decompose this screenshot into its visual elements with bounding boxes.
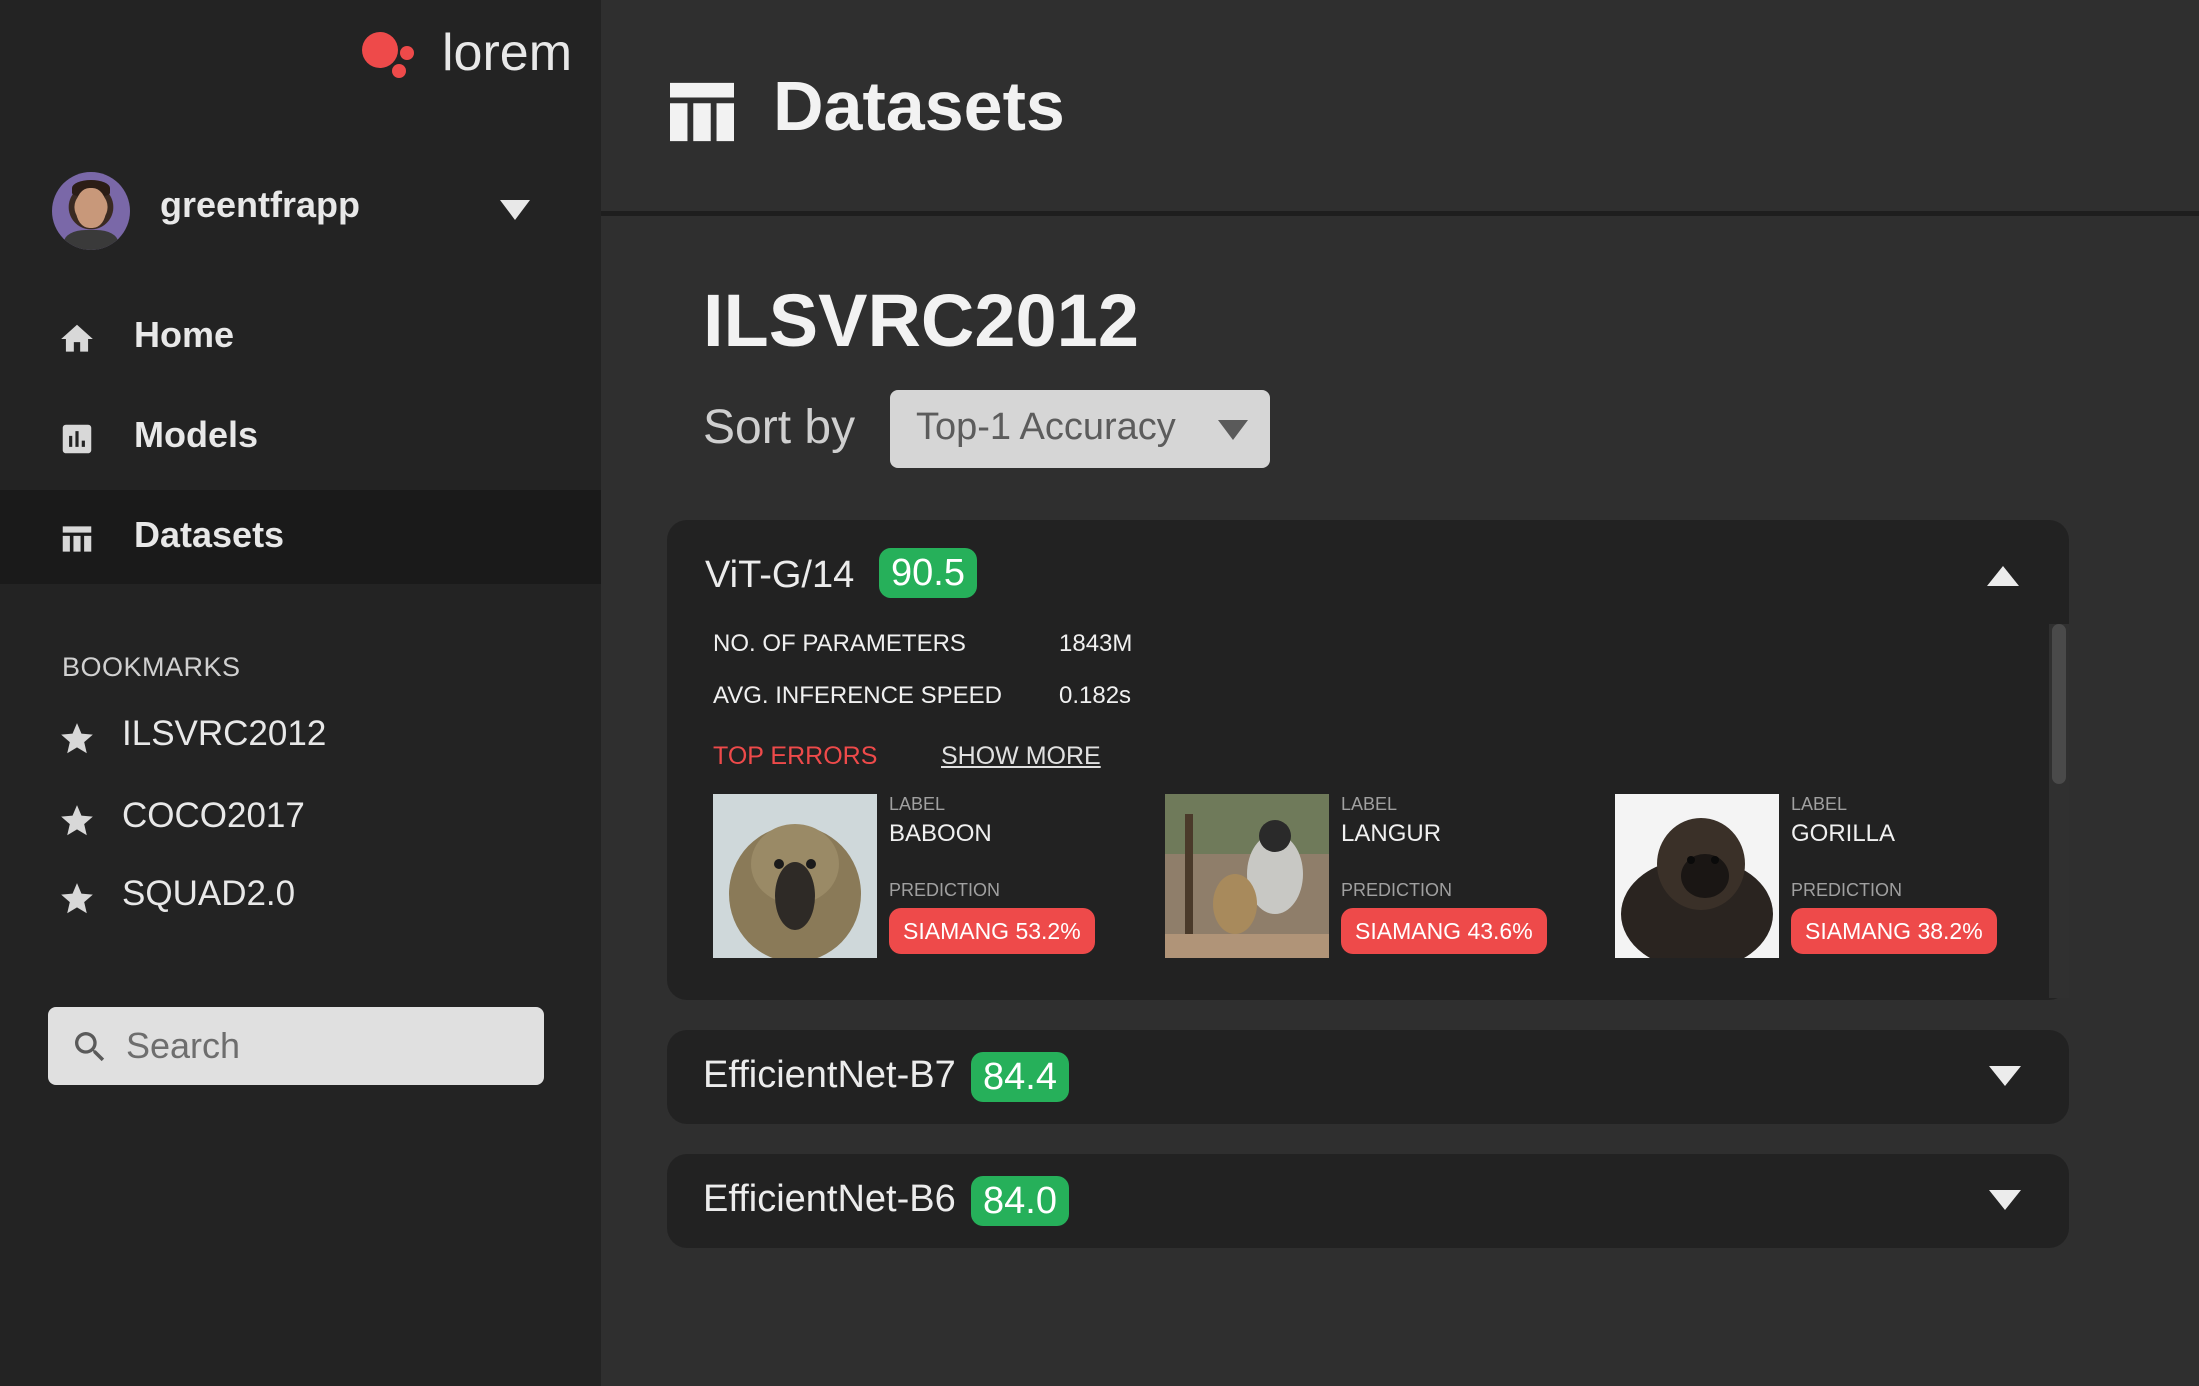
sidebar-item-home[interactable]: Home xyxy=(0,290,601,384)
scrollbar-thumb[interactable] xyxy=(2052,624,2066,784)
bookmark-item-coco2017[interactable]: COCO2017 xyxy=(0,784,601,854)
error-item: LABEL BABOON PREDICTION SIAMANG 53.2% xyxy=(713,794,1133,960)
search-icon xyxy=(75,1032,105,1062)
username: greentfrapp xyxy=(160,184,361,225)
bar-chart-icon xyxy=(62,424,92,454)
card-scrollbar[interactable] xyxy=(2049,624,2069,998)
chevron-down-icon[interactable] xyxy=(1989,1066,2021,1088)
gorilla-image[interactable] xyxy=(1615,794,1779,958)
sidebar-item-label: Datasets xyxy=(134,514,285,555)
bookmark-label: SQUAD2.0 xyxy=(122,874,296,913)
prediction-badge: SIAMANG 53.2% xyxy=(889,908,1095,954)
label-caption: LABEL xyxy=(1791,794,1848,814)
page-header: Datasets xyxy=(601,0,2199,216)
main-content: ILSVRC2012 Sort by Top-1 Accuracy ViT-G/… xyxy=(601,216,2199,1386)
score-badge: 84.0 xyxy=(971,1176,1069,1226)
logo-text: lorem xyxy=(442,24,573,82)
bookmarks-heading: BOOKMARKS xyxy=(62,652,241,682)
sidebar-item-label: Home xyxy=(134,314,235,355)
prediction-caption: PREDICTION xyxy=(889,880,1001,900)
spec-label: AVG. INFERENCE SPEED xyxy=(713,682,1002,709)
model-card[interactable]: EfficientNet-B6 84.0 xyxy=(667,1154,2069,1248)
sidebar: lorem greentfrapp Home Models Datasets B… xyxy=(0,0,601,1386)
model-name[interactable]: EfficientNet-B7 xyxy=(703,1054,956,1097)
spec-label: NO. OF PARAMETERS xyxy=(713,630,966,657)
search-input[interactable]: Search xyxy=(48,1007,544,1085)
dataset-title: ILSVRC2012 xyxy=(703,279,1139,362)
top-errors-label: TOP ERRORS xyxy=(713,742,878,770)
label-caption: LABEL xyxy=(1341,794,1398,814)
prediction-badge: SIAMANG 43.6% xyxy=(1341,908,1547,954)
logo-dot-icon xyxy=(400,46,414,60)
prediction-badge: SIAMANG 38.2% xyxy=(1791,908,1997,954)
bookmark-label: ILSVRC2012 xyxy=(122,714,327,753)
show-more-link[interactable]: SHOW MORE xyxy=(941,742,1101,771)
chevron-down-icon[interactable] xyxy=(1989,1190,2021,1212)
spec-value: 0.182s xyxy=(1059,682,1132,709)
star-icon xyxy=(61,883,93,914)
avatar[interactable] xyxy=(52,172,130,250)
home-icon xyxy=(61,324,93,352)
bookmark-item-ilsvrc2012[interactable]: ILSVRC2012 xyxy=(0,702,601,772)
sort-label: Sort by xyxy=(703,401,856,454)
chevron-down-icon xyxy=(1218,420,1248,440)
table-icon xyxy=(62,526,92,552)
table-icon xyxy=(670,82,734,142)
search-placeholder: Search xyxy=(126,1025,241,1066)
model-name[interactable]: ViT-G/14 xyxy=(705,554,854,597)
star-icon xyxy=(61,805,93,836)
spec-value: 1843M xyxy=(1059,630,1133,657)
score-badge: 84.4 xyxy=(971,1052,1069,1102)
prediction-caption: PREDICTION xyxy=(1341,880,1453,900)
label-caption: LABEL xyxy=(889,794,946,814)
model-name[interactable]: EfficientNet-B6 xyxy=(703,1178,956,1221)
sort-select[interactable]: Top-1 Accuracy xyxy=(890,390,1270,468)
chevron-up-icon[interactable] xyxy=(1987,564,2019,586)
label-value: LANGUR xyxy=(1341,820,1442,847)
logo-dot-icon xyxy=(362,32,398,68)
logo-dot-icon xyxy=(392,64,406,78)
score-badge: 90.5 xyxy=(879,548,977,598)
label-value: GORILLA xyxy=(1791,820,1896,847)
user-menu[interactable]: greentfrapp xyxy=(52,170,542,250)
sidebar-item-datasets[interactable]: Datasets xyxy=(0,490,601,584)
model-card: ViT-G/14 90.5 NO. OF PARAMETERS 1843M AV… xyxy=(667,520,2069,1000)
label-value: BABOON xyxy=(889,820,992,847)
model-card[interactable]: EfficientNet-B7 84.4 xyxy=(667,1030,2069,1124)
error-item: LABEL GORILLA PREDICTION SIAMANG 38.2% xyxy=(1615,794,2035,960)
star-icon xyxy=(61,723,93,754)
bookmark-label: COCO2017 xyxy=(122,796,305,835)
sidebar-item-label: Models xyxy=(134,414,259,455)
prediction-caption: PREDICTION xyxy=(1791,880,1903,900)
error-item: LABEL LANGUR PREDICTION SIAMANG 43.6% xyxy=(1165,794,1585,960)
page-title: Datasets xyxy=(773,67,1065,145)
bookmark-item-squad2[interactable]: SQUAD2.0 xyxy=(0,862,601,932)
baboon-image[interactable] xyxy=(713,794,877,958)
sidebar-item-models[interactable]: Models xyxy=(0,390,601,484)
langur-image[interactable] xyxy=(1165,794,1329,958)
chevron-down-icon[interactable] xyxy=(500,200,530,222)
app-logo[interactable]: lorem xyxy=(358,22,588,92)
sort-selected-value: Top-1 Accuracy xyxy=(916,406,1176,448)
